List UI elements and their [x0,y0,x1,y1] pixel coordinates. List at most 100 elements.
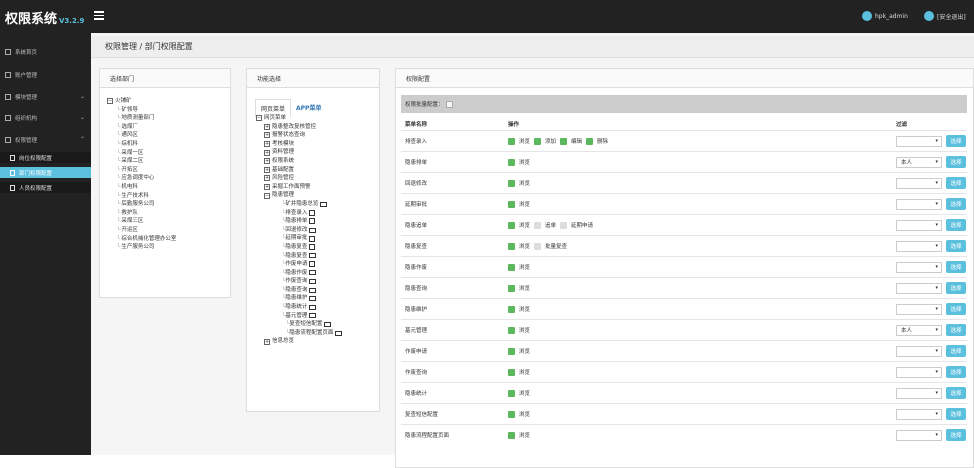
tree-node[interactable]: + 风险管控 [256,174,342,183]
tree-node[interactable]: └ 矿领导 [107,106,176,115]
sidebar-item-account[interactable]: 账户管理 [0,68,91,82]
tree-node[interactable]: └ 隐患维护 [256,294,342,303]
filter-select[interactable]: ▾ [896,345,942,357]
tree-node[interactable]: └ 采煤二区 [107,157,176,166]
filter-select[interactable]: ▾ [896,387,942,399]
filter-select[interactable]: ▾ [896,282,942,294]
op-checkbox[interactable] [508,410,515,418]
pick-button[interactable]: 选择 [946,429,966,441]
sidebar-item-module[interactable]: 模块管理 ⌄ [0,90,91,104]
tree-node[interactable]: + 权限系统 [256,157,342,166]
tree-node[interactable]: └ 作废申请 [256,260,342,269]
pick-button[interactable]: 选择 [946,177,966,189]
tree-node[interactable]: └ 综合机械化管理办公室 [107,235,176,244]
tree-node[interactable]: └ 隐患复查 [256,243,342,252]
sidebar-sub-user-permission[interactable]: 人员权限配置 [0,182,91,193]
tree-node[interactable]: └ 机电科 [107,183,176,192]
op-checkbox[interactable] [508,158,515,166]
op-checkbox[interactable] [508,431,515,439]
op-checkbox[interactable] [560,137,568,145]
tree-node[interactable]: └ 采煤一区 [107,149,176,158]
pick-button[interactable]: 选择 [946,345,966,357]
filter-select[interactable]: ▾ [896,429,942,441]
tree-node[interactable]: └ 开拓区 [107,166,176,175]
collapse-icon[interactable]: − [264,192,270,199]
pick-button[interactable]: 选择 [946,261,966,273]
tree-node[interactable]: + 资料管理 [256,148,342,157]
op-checkbox[interactable] [508,200,515,208]
tree-node[interactable]: └ 隐患作废 [256,269,342,278]
tree-node[interactable]: └ 排查录入 [256,209,342,218]
logout-link[interactable]: [安全退出] [924,11,966,21]
pick-button[interactable]: 选择 [946,324,966,336]
expand-icon[interactable]: + [264,132,270,139]
op-checkbox[interactable] [508,263,515,271]
tree-node[interactable]: └ 应急调度中心 [107,174,176,183]
sidebar-item-org[interactable]: 组织机构 ⌄ [0,111,91,125]
filter-select[interactable]: ▾ [896,177,942,189]
filter-select[interactable]: 本人 ▾ [896,324,942,336]
tree-node[interactable]: └ 开运区 [107,226,176,235]
op-checkbox[interactable] [534,221,542,229]
pick-button[interactable]: 选择 [946,156,966,168]
tree-node[interactable]: └ 生产服务公司 [107,243,176,252]
filter-select[interactable]: ▾ [896,408,942,420]
tree-node[interactable]: └ 隐患复查 [256,252,342,261]
tree-node[interactable]: └ 回退修改 [256,226,342,235]
tree-node[interactable]: └ 隐患统计 [256,303,342,312]
menu-toggle-icon[interactable] [94,11,104,20]
expand-icon[interactable]: + [264,166,270,173]
tree-node[interactable]: └ 救护队 [107,209,176,218]
batch-config-checkbox[interactable] [445,100,453,108]
tree-node[interactable]: └ 复查短信配置 [256,320,342,329]
tree-node[interactable]: └ 综机科 [107,140,176,149]
pick-button[interactable]: 选择 [946,198,966,210]
pick-button[interactable]: 选择 [946,303,966,315]
sidebar-item-home[interactable]: 系统首页 [0,45,91,59]
tree-node[interactable]: └ 生产技术科 [107,192,176,201]
pick-button[interactable]: 选择 [946,282,966,294]
op-checkbox[interactable] [508,221,515,229]
sidebar-sub-post-permission[interactable]: 岗位权限配置 [0,152,91,163]
tree-node[interactable]: └ 延期审批 [256,234,342,243]
op-checkbox[interactable] [508,179,515,187]
tree-node[interactable]: + 基础配置 [256,166,342,175]
filter-select[interactable]: ▾ [896,135,942,147]
expand-icon[interactable]: + [264,175,270,182]
tree-node[interactable]: └ 后勤服务公司 [107,200,176,209]
expand-icon[interactable]: + [264,123,270,130]
op-checkbox[interactable] [508,284,515,292]
expand-icon[interactable]: + [264,184,270,191]
tree-node-root[interactable]: − 火铺矿 [107,97,176,106]
op-checkbox[interactable] [508,326,515,334]
op-checkbox[interactable] [508,389,515,397]
tree-node[interactable]: + 隐患整改复核管控 [256,123,342,132]
collapse-icon[interactable]: − [107,98,113,105]
tree-node[interactable]: + 考核模块 [256,140,342,149]
pick-button[interactable]: 选择 [946,240,966,252]
pick-button[interactable]: 选择 [946,408,966,420]
op-checkbox[interactable] [508,137,515,145]
tree-node[interactable]: └ 采煤三区 [107,217,176,226]
tree-node[interactable]: └ 隐患流程配置页面 [256,329,343,338]
op-checkbox[interactable] [560,221,568,229]
filter-select[interactable]: ▾ [896,240,942,252]
pick-button[interactable]: 选择 [946,219,966,231]
op-checkbox[interactable] [508,242,515,250]
tree-node[interactable]: └ 矿井隐患总览 [256,200,342,209]
pick-button[interactable]: 选择 [946,366,966,378]
tree-node[interactable]: − 隐患管理 [256,191,342,200]
filter-select[interactable]: ▾ [896,198,942,210]
sidebar-item-permission[interactable]: 权限管理 ⌃ [0,133,91,147]
op-checkbox[interactable] [534,242,542,250]
tree-node[interactable]: └ 基元管理 [256,312,342,321]
sidebar-sub-dept-permission[interactable]: 部门权限配置 [0,167,91,178]
expand-icon[interactable]: + [264,158,270,165]
op-checkbox[interactable] [508,305,515,313]
pick-button[interactable]: 选择 [946,135,966,147]
filter-select[interactable]: ▾ [896,366,942,378]
op-checkbox[interactable] [534,137,542,145]
tree-node[interactable]: + 信息总览 [256,337,342,346]
expand-icon[interactable]: + [264,141,270,148]
tree-node[interactable]: └ 地质测量部门 [107,114,176,123]
